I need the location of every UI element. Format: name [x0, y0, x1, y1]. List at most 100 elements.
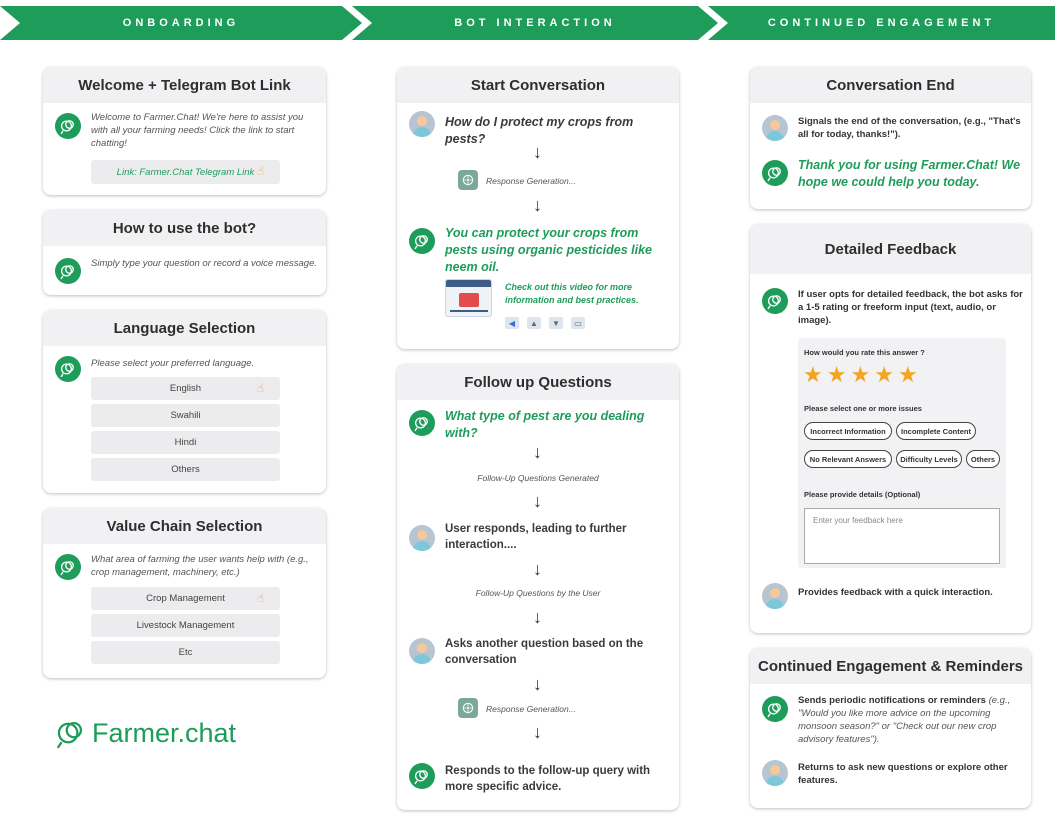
card-title: Language Selection: [43, 310, 326, 346]
video-actions: ◀ ▲ ▼ ▭: [505, 317, 585, 329]
option-label: Hindi: [174, 437, 197, 448]
user-avatar-icon: [409, 111, 435, 137]
farmer-chat-logo: Farmer.chat: [54, 716, 236, 750]
language-prompt: Please select your preferred language.: [91, 358, 255, 369]
value-chain-option-crop[interactable]: Crop Management: [91, 587, 280, 610]
generation-label: Follow-Up Questions by the User: [475, 588, 601, 598]
feedback-user-text: Provides feedback with a quick interacti…: [798, 587, 993, 598]
details-label: Please provide details (Optional): [804, 490, 921, 499]
bot-avatar-icon: [762, 288, 788, 314]
engagement-reminders-card: Continued Engagement & Reminders Sends p…: [750, 648, 1031, 808]
thumbs-down-icon[interactable]: ▼: [549, 317, 563, 329]
bot-avatar-icon: [409, 228, 435, 254]
language-option-english[interactable]: English: [91, 377, 280, 400]
video-thumbnail[interactable]: [445, 279, 492, 317]
generation-label: Response Generation...: [486, 704, 576, 714]
stage-onboarding: ONBOARDING: [0, 6, 362, 40]
option-label: Crop Management: [146, 593, 225, 604]
card-title: Start Conversation: [397, 67, 679, 103]
how-to-use-card: How to use the bot? Simply type your que…: [43, 210, 326, 295]
flow-arrow-down-icon: ↓: [533, 195, 542, 215]
star-icon[interactable]: ★: [803, 362, 827, 387]
option-label: Etc: [178, 647, 193, 658]
user-avatar-icon: [762, 115, 788, 141]
comment-icon[interactable]: ▭: [571, 317, 585, 329]
audio-icon[interactable]: ◀: [505, 317, 519, 329]
follow-up-questions-card: Follow up Questions What type of pest ar…: [397, 364, 679, 810]
issue-chip[interactable]: Difficulty Levels: [896, 450, 962, 468]
bot-avatar-icon: [55, 113, 81, 139]
card-title: Detailed Feedback: [750, 224, 1031, 274]
user-avatar-icon: [762, 760, 788, 786]
issue-chip[interactable]: Others: [966, 450, 1000, 468]
reminder-bold: Sends periodic notifications or reminder…: [798, 695, 986, 706]
star-icon[interactable]: ★: [827, 362, 851, 387]
logo-text: Farmer.chat: [92, 717, 237, 748]
welcome-text: Welcome to Farmer.Chat! We're here to as…: [91, 112, 304, 149]
star-icon[interactable]: ★: [898, 362, 922, 387]
pointer-hand-icon: ☝: [257, 164, 265, 178]
value-chain-prompt: What area of farming the user wants help…: [91, 554, 309, 578]
response-generation-icon: [458, 170, 478, 190]
stage-header: ONBOARDING BOT INTERACTION CONTINUED ENG…: [0, 0, 1055, 46]
video-text: Check out this video for more informatio…: [505, 282, 639, 305]
value-chain-card: Value Chain Selection What area of farmi…: [43, 508, 326, 678]
response-generation-icon: [458, 698, 478, 718]
generation-label: Follow-Up Questions Generated: [477, 473, 599, 483]
issues-label: Please select one or more issues: [804, 404, 922, 413]
bot-avatar-icon: [55, 356, 81, 382]
card-title: Continued Engagement & Reminders: [750, 648, 1031, 684]
flow-arrow-down-icon: ↓: [533, 442, 542, 462]
bot-answer: You can protect your crops from pests us…: [445, 226, 653, 274]
flow-arrow-down-icon: ↓: [533, 674, 542, 694]
bot-avatar-icon: [409, 410, 435, 436]
feedback-details-input[interactable]: Enter your feedback here: [804, 508, 1000, 564]
pointer-hand-icon: ☝: [257, 591, 265, 605]
conversation-end-card: Conversation End Signals the end of the …: [750, 67, 1031, 209]
language-option-others[interactable]: Others: [91, 458, 280, 481]
link-label: Link: Farmer.Chat Telegram Link: [116, 166, 255, 178]
bot-avatar-icon: [762, 696, 788, 722]
issue-chip[interactable]: Incomplete Content: [896, 422, 976, 440]
card-title: How to use the bot?: [43, 210, 326, 246]
card-title: Welcome + Telegram Bot Link: [43, 67, 326, 103]
bot-avatar-icon: [55, 554, 81, 580]
value-chain-option-etc[interactable]: Etc: [91, 641, 280, 664]
bot-follow-up-question: What type of pest are you dealing with?: [445, 409, 645, 440]
value-chain-option-livestock[interactable]: Livestock Management: [91, 614, 280, 637]
flow-arrow-down-icon: ↓: [533, 142, 542, 162]
card-title: Follow up Questions: [397, 364, 679, 400]
language-option-swahili[interactable]: Swahili: [91, 404, 280, 427]
rating-stars[interactable]: ★★★★★: [803, 362, 922, 388]
reminder-bot-text: Sends periodic notifications or reminder…: [798, 694, 1023, 746]
stage-label: ONBOARDING: [122, 17, 240, 29]
user-response-text: User responds, leading to further intera…: [445, 523, 627, 551]
user-avatar-icon: [409, 525, 435, 551]
how-to-text: Simply type your question or record a vo…: [91, 258, 317, 269]
language-option-hindi[interactable]: Hindi: [91, 431, 280, 454]
issue-chip[interactable]: Incorrect Information: [804, 422, 892, 440]
star-icon[interactable]: ★: [850, 362, 874, 387]
stage-continued-engagement: CONTINUED ENGAGEMENT: [708, 6, 1055, 40]
thumbs-up-icon[interactable]: ▲: [527, 317, 541, 329]
bot-avatar-icon: [409, 763, 435, 789]
user-question: How do I protect my crops from pests?: [445, 115, 634, 146]
bot-thanks-text: Thank you for using Farmer.Chat! We hope…: [798, 158, 1021, 189]
bot-response-text: Responds to the follow-up query with mor…: [445, 765, 651, 793]
language-selection-card: Language Selection Please select your pr…: [43, 310, 326, 493]
bot-avatar-icon: [55, 258, 81, 284]
flow-arrow-down-icon: ↓: [533, 559, 542, 579]
card-title: Value Chain Selection: [43, 508, 326, 544]
user-avatar-icon: [762, 583, 788, 609]
detailed-feedback-card: Detailed Feedback If user opts for detai…: [750, 224, 1031, 633]
play-icon: [459, 293, 479, 307]
flow-arrow-down-icon: ↓: [533, 722, 542, 742]
star-icon[interactable]: ★: [874, 362, 898, 387]
start-conversation-card: Start Conversation How do I protect my c…: [397, 67, 679, 349]
pointer-hand-icon: ☝: [257, 381, 265, 395]
telegram-link-button[interactable]: Link: Farmer.Chat Telegram Link: [91, 160, 280, 184]
issue-chip[interactable]: No Relevant Answers: [804, 450, 892, 468]
welcome-card: Welcome + Telegram Bot Link Welcome to F…: [43, 67, 326, 195]
stage-label: BOT INTERACTION: [454, 17, 616, 29]
user-end-text: Signals the end of the conversation, (e.…: [798, 116, 1021, 140]
